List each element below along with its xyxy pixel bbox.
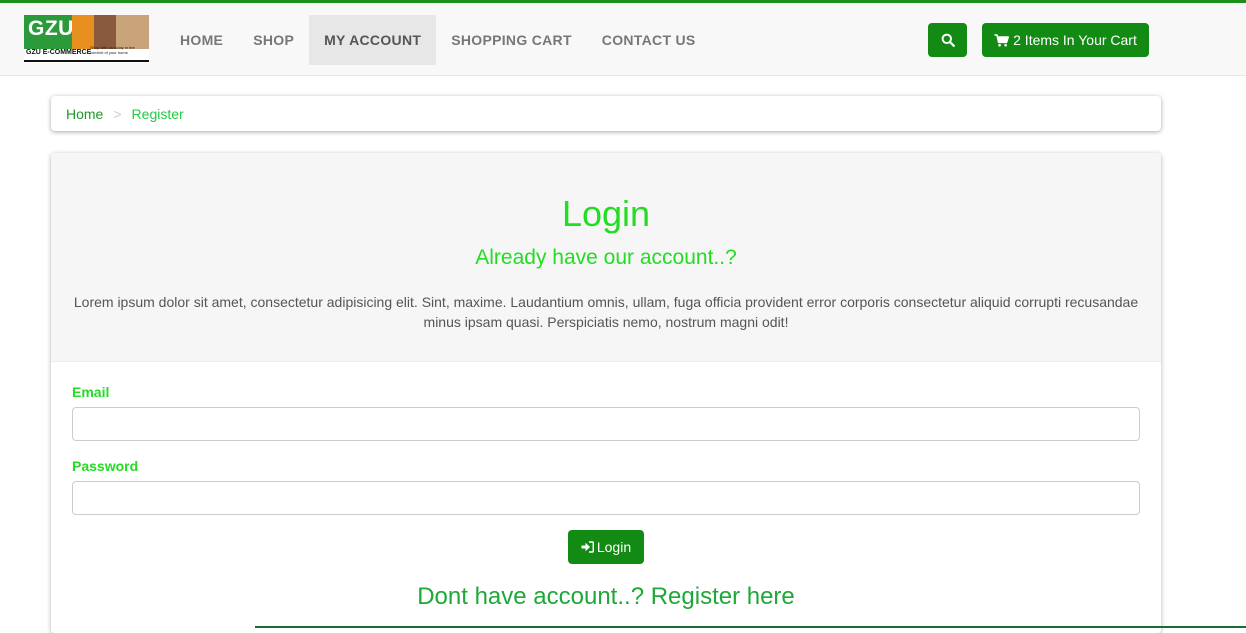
nav-shopping-cart[interactable]: SHOPPING CART: [436, 15, 587, 65]
breadcrumb-separator: >: [113, 105, 122, 122]
logo-subtext: GZU E-COMMERCE: [26, 49, 92, 56]
login-button[interactable]: Login: [568, 530, 644, 564]
breadcrumb-current: Register: [131, 105, 184, 122]
logo-underline: [24, 60, 149, 62]
nav-my-account[interactable]: MY ACCOUNT: [309, 15, 437, 65]
login-title: Login: [561, 193, 651, 234]
login-panel: Login Already have our account..? Lorem …: [51, 153, 1161, 633]
search-icon: [941, 33, 955, 47]
search-button[interactable]: [928, 23, 967, 57]
email-field[interactable]: [72, 407, 1140, 441]
logo-photo: [72, 15, 94, 49]
logo-text: GZU: [28, 17, 74, 40]
nav-shop[interactable]: SHOP: [238, 15, 309, 65]
sign-in-icon: [581, 541, 594, 553]
login-panel-header: Login Already have our account..? Lorem …: [51, 153, 1161, 362]
nav-contact-us[interactable]: CONTACT US: [587, 15, 711, 65]
login-subtitle: Already have our account..?: [475, 246, 737, 269]
logo-photo: [94, 15, 116, 49]
login-description: Lorem ipsum dolor sit amet, consectetur …: [73, 294, 1139, 330]
email-label: Email: [72, 384, 110, 400]
logo-photo: [116, 15, 149, 49]
cart-label: 2 Items In Your Cart: [1013, 32, 1137, 48]
main-nav: HOME SHOP MY ACCOUNT SHOPPING CART CONTA…: [165, 15, 711, 65]
cart-button[interactable]: 2 Items In Your Cart: [982, 23, 1149, 57]
cart-icon: [994, 33, 1010, 46]
register-link[interactable]: Dont have account..? Register here: [51, 583, 1161, 611]
nav-home[interactable]: HOME: [165, 15, 238, 65]
password-field[interactable]: [72, 481, 1140, 515]
password-label: Password: [72, 458, 139, 474]
breadcrumb: Home > Register: [51, 96, 1161, 131]
logo-tagline: Shop with us today in the comfort of you…: [90, 45, 135, 55]
login-button-label: Login: [596, 539, 632, 555]
brand-logo[interactable]: GZU GZU E-COMMERCE Shop with us today in…: [24, 15, 149, 63]
navbar: GZU GZU E-COMMERCE Shop with us today in…: [0, 3, 1246, 76]
breadcrumb-home[interactable]: Home: [66, 106, 103, 122]
